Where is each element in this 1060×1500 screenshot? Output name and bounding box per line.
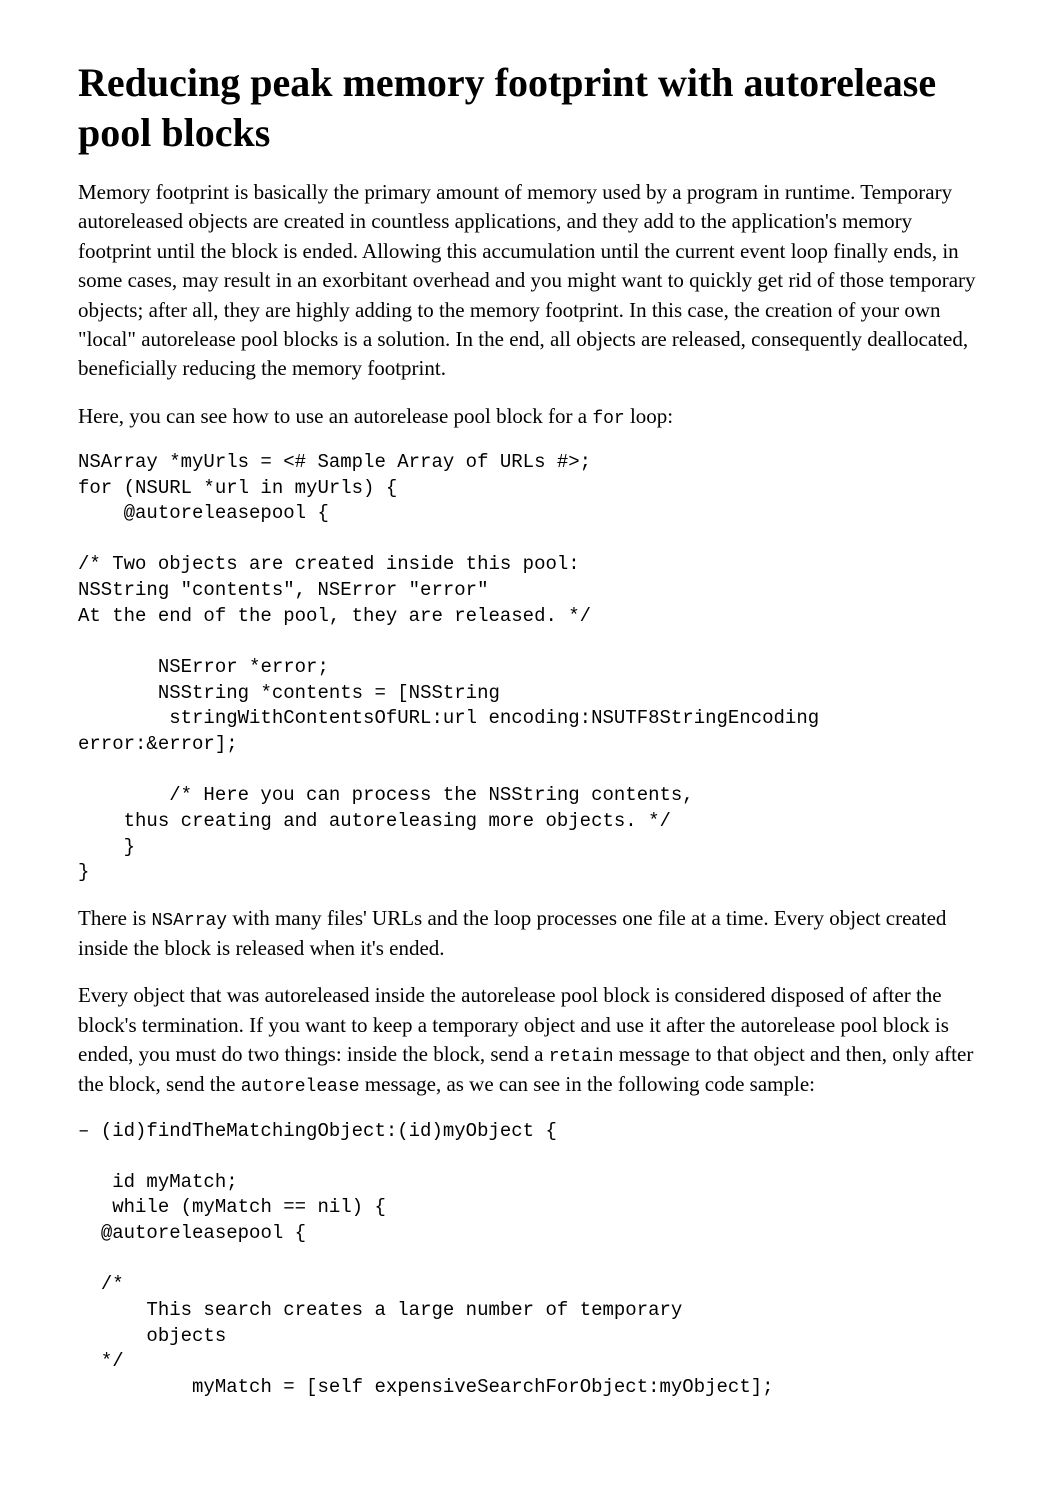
explanation-paragraph-2: Every object that was autoreleased insid… — [78, 981, 982, 1100]
code-block-1: NSArray *myUrls = <# Sample Array of URL… — [78, 450, 982, 886]
text-fragment: message, as we can see in the following … — [360, 1072, 815, 1096]
explanation-paragraph-1: There is NSArray with many files' URLs a… — [78, 904, 982, 964]
page-title: Reducing peak memory footprint with auto… — [78, 58, 982, 158]
inline-code-for: for — [592, 409, 624, 429]
text-fragment: There is — [78, 906, 151, 930]
inline-code-nsarray: NSArray — [151, 911, 227, 931]
text-fragment: Here, you can see how to use an autorele… — [78, 404, 592, 428]
lead-in-paragraph-1: Here, you can see how to use an autorele… — [78, 402, 982, 432]
inline-code-retain: retain — [549, 1047, 614, 1067]
text-fragment: loop: — [625, 404, 673, 428]
intro-paragraph: Memory footprint is basically the primar… — [78, 178, 982, 384]
inline-code-autorelease: autorelease — [241, 1077, 360, 1097]
code-block-2: – (id)findTheMatchingObject:(id)myObject… — [78, 1119, 982, 1401]
